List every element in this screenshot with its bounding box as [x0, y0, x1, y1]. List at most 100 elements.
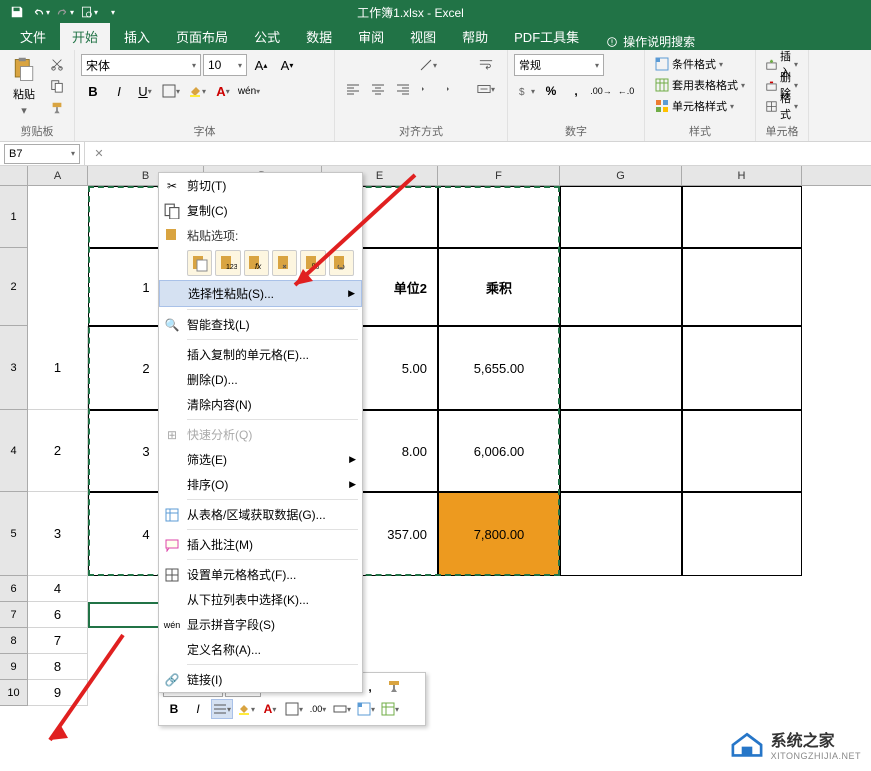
- cell-h5[interactable]: [682, 492, 802, 576]
- col-header-a[interactable]: A: [28, 166, 88, 185]
- ctx-define-name[interactable]: 定义名称(A)...: [159, 637, 362, 662]
- row-header[interactable]: 6: [0, 576, 28, 602]
- cell-a9[interactable]: 8: [28, 654, 88, 680]
- paste-all-button[interactable]: [187, 250, 212, 276]
- ctx-cut[interactable]: ✂剪切(T): [159, 173, 362, 198]
- cells-area[interactable]: 单位2 乘积 1 1 2 5.00 5,655.00 2 3 8.00 6,00…: [28, 186, 871, 746]
- currency-button[interactable]: $▾: [514, 80, 538, 102]
- conditional-format-button[interactable]: 条件格式▾: [651, 54, 749, 74]
- tab-home[interactable]: 开始: [60, 23, 110, 50]
- mini-conditional[interactable]: ▾: [355, 699, 377, 719]
- copy-button[interactable]: [46, 76, 68, 96]
- cell-h4[interactable]: [682, 410, 802, 492]
- ctx-format-cells[interactable]: 设置单元格格式(F)...: [159, 562, 362, 587]
- paste-button[interactable]: 粘贴 ▾: [6, 54, 42, 119]
- redo-button[interactable]: ▾: [56, 3, 74, 21]
- ctx-smart-lookup[interactable]: 🔍智能查找(L): [159, 312, 362, 337]
- mini-decimal[interactable]: .00▾: [307, 699, 329, 719]
- align-top-button[interactable]: [341, 54, 365, 76]
- row-header[interactable]: 10: [0, 680, 28, 706]
- tab-help[interactable]: 帮助: [450, 23, 500, 50]
- cell-g2[interactable]: [560, 248, 682, 326]
- merge-center-button[interactable]: ▾: [471, 78, 501, 100]
- paste-transpose-button[interactable]: [272, 250, 297, 276]
- ctx-insert-copied[interactable]: 插入复制的单元格(E)...: [159, 342, 362, 367]
- align-right-button[interactable]: [391, 78, 415, 100]
- mini-italic[interactable]: I: [187, 699, 209, 719]
- cell-e4[interactable]: 6,006.00: [438, 410, 560, 492]
- align-middle-button[interactable]: [366, 54, 390, 76]
- cancel-formula-button[interactable]: ✕: [91, 146, 107, 162]
- align-center-button[interactable]: [366, 78, 390, 100]
- col-header-g[interactable]: G: [560, 166, 682, 185]
- mini-merge[interactable]: ▾: [331, 699, 353, 719]
- ctx-show-pinyin[interactable]: wén显示拼音字段(S): [159, 612, 362, 637]
- ctx-paste-special[interactable]: 选择性粘贴(S)...▶: [159, 280, 362, 307]
- cell-f1[interactable]: [438, 186, 560, 248]
- cell-a5[interactable]: 3: [28, 492, 88, 576]
- percent-button[interactable]: %: [539, 80, 563, 102]
- mini-align[interactable]: ▾: [211, 699, 233, 719]
- ctx-filter[interactable]: 筛选(E)▶: [159, 447, 362, 472]
- tab-file[interactable]: 文件: [8, 23, 58, 50]
- print-preview-button[interactable]: ▾: [80, 3, 98, 21]
- cell-g4[interactable]: [560, 410, 682, 492]
- table-format-button[interactable]: 套用表格格式▾: [651, 75, 749, 95]
- font-color-button[interactable]: A▾: [211, 80, 235, 102]
- ctx-delete[interactable]: 删除(D)...: [159, 367, 362, 392]
- underline-button[interactable]: U▾: [133, 80, 157, 102]
- cell-a6[interactable]: 4: [28, 576, 88, 602]
- cell-style-button[interactable]: 单元格样式▾: [651, 96, 749, 116]
- mini-bold[interactable]: B: [163, 699, 185, 719]
- mini-border[interactable]: ▾: [283, 699, 305, 719]
- cell-h3[interactable]: [682, 326, 802, 410]
- select-all-corner[interactable]: [0, 166, 28, 185]
- decrease-decimal-button[interactable]: ←.0: [614, 80, 638, 102]
- cell-h1[interactable]: [682, 186, 802, 248]
- increase-decimal-button[interactable]: .00→: [589, 80, 613, 102]
- name-box[interactable]: B7▾: [4, 144, 80, 164]
- increase-indent-button[interactable]: [441, 78, 465, 100]
- ctx-sort[interactable]: 排序(O)▶: [159, 472, 362, 497]
- italic-button[interactable]: I: [107, 80, 131, 102]
- tab-view[interactable]: 视图: [398, 23, 448, 50]
- bold-button[interactable]: B: [81, 80, 105, 102]
- ctx-copy[interactable]: 复制(C): [159, 198, 362, 223]
- decrease-indent-button[interactable]: [416, 78, 440, 100]
- qat-customize-button[interactable]: ▾: [104, 3, 122, 21]
- wrap-text-button[interactable]: [471, 54, 501, 76]
- increase-font-button[interactable]: A▴: [249, 54, 273, 76]
- tab-page-layout[interactable]: 页面布局: [164, 23, 240, 50]
- mini-table-style[interactable]: ▾: [379, 699, 401, 719]
- cell-e3[interactable]: 5,655.00: [438, 326, 560, 410]
- cell-e5[interactable]: 7,800.00: [438, 492, 560, 576]
- cell-a10[interactable]: 9: [28, 680, 88, 706]
- ctx-dropdown-list[interactable]: 从下拉列表中选择(K)...: [159, 587, 362, 612]
- cell-g3[interactable]: [560, 326, 682, 410]
- cell-g1[interactable]: [560, 186, 682, 248]
- mini-font-color[interactable]: A▾: [259, 699, 281, 719]
- border-button[interactable]: ▾: [159, 80, 183, 102]
- tab-data[interactable]: 数据: [294, 23, 344, 50]
- fill-color-button[interactable]: ▾: [185, 80, 209, 102]
- mini-fill-color[interactable]: ▾: [235, 699, 257, 719]
- cell-a7[interactable]: 6: [28, 602, 88, 628]
- row-header[interactable]: 9: [0, 654, 28, 680]
- cell-a8[interactable]: 7: [28, 628, 88, 654]
- row-header[interactable]: 1: [0, 186, 28, 248]
- paste-values-button[interactable]: 123: [215, 250, 240, 276]
- row-header[interactable]: 7: [0, 602, 28, 628]
- paste-link-button[interactable]: [329, 250, 354, 276]
- row-header[interactable]: 5: [0, 492, 28, 576]
- orientation-button[interactable]: ▾: [416, 54, 440, 76]
- format-painter-button[interactable]: [46, 98, 68, 118]
- cell-a4[interactable]: 2: [28, 410, 88, 492]
- paste-formulas-button[interactable]: fx: [244, 250, 269, 276]
- cut-button[interactable]: [46, 54, 68, 74]
- decrease-font-button[interactable]: A▾: [275, 54, 299, 76]
- ctx-get-data[interactable]: 从表格/区域获取数据(G)...: [159, 502, 362, 527]
- tab-pdf-tools[interactable]: PDF工具集: [502, 23, 591, 50]
- save-button[interactable]: [8, 3, 26, 21]
- col-header-h[interactable]: H: [682, 166, 802, 185]
- number-format-select[interactable]: 常规▾: [514, 54, 604, 76]
